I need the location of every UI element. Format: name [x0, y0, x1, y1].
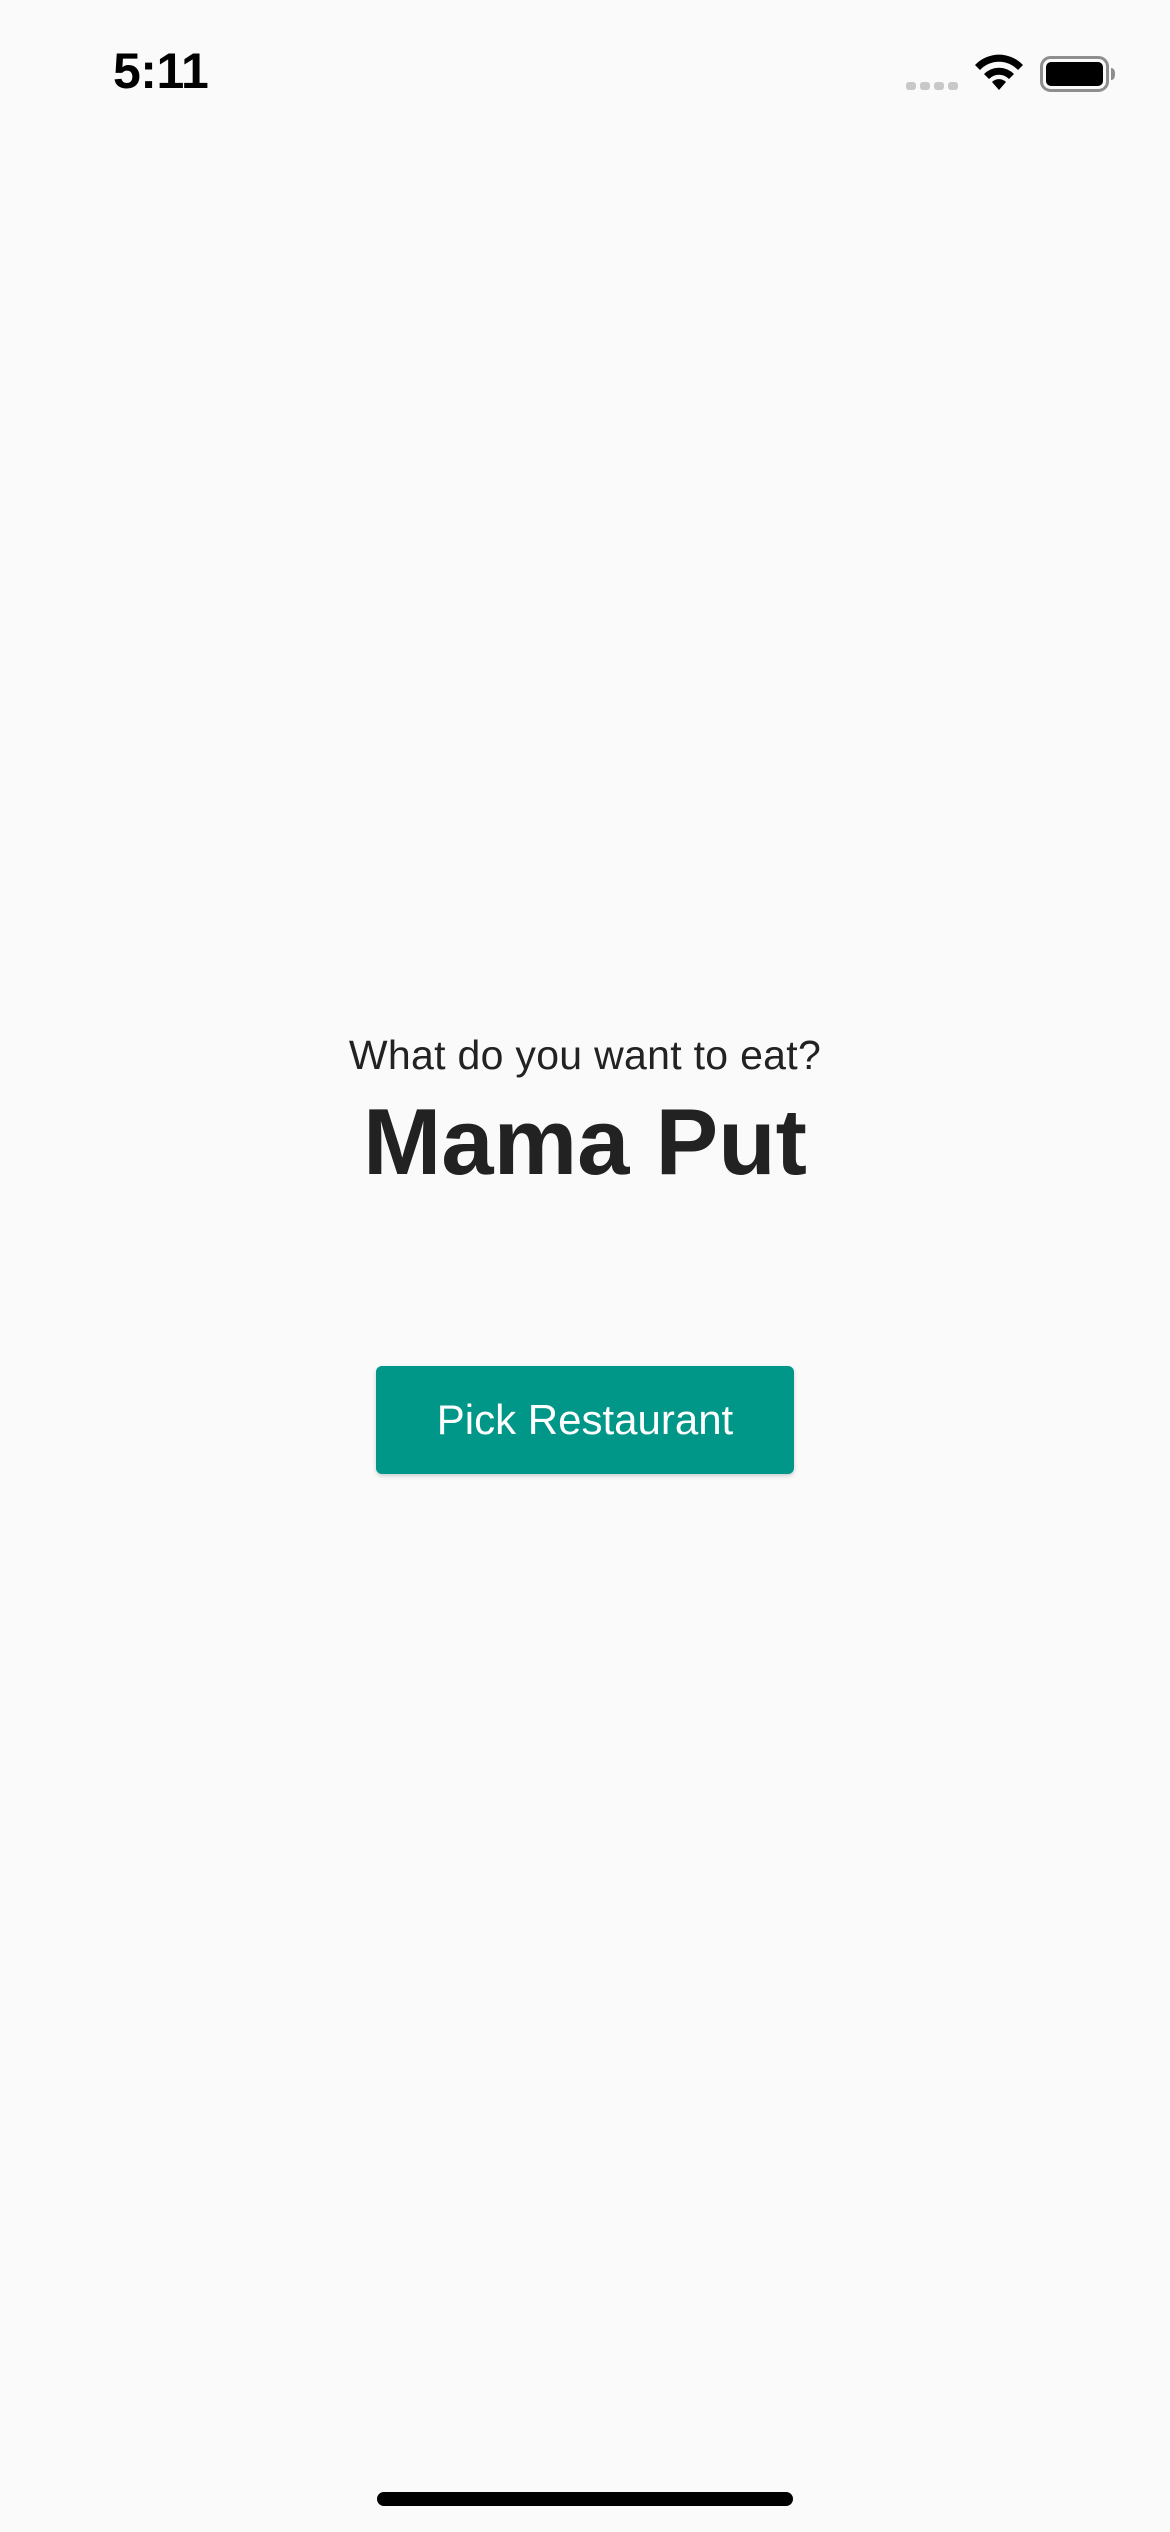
- eat-prompt: What do you want to eat?: [348, 1032, 822, 1078]
- restaurant-name: Mama Put: [363, 1089, 807, 1194]
- battery-icon: [1040, 56, 1115, 92]
- home-indicator[interactable]: [377, 2492, 793, 2506]
- cellular-signal-icon: [906, 82, 958, 90]
- pick-restaurant-button-label: Pick Restaurant: [436, 1396, 734, 1443]
- wifi-icon: [975, 54, 1023, 90]
- status-bar: 5:11: [0, 0, 1170, 150]
- pick-restaurant-button[interactable]: Pick Restaurant: [376, 1366, 794, 1474]
- status-time: 5:11: [113, 43, 209, 99]
